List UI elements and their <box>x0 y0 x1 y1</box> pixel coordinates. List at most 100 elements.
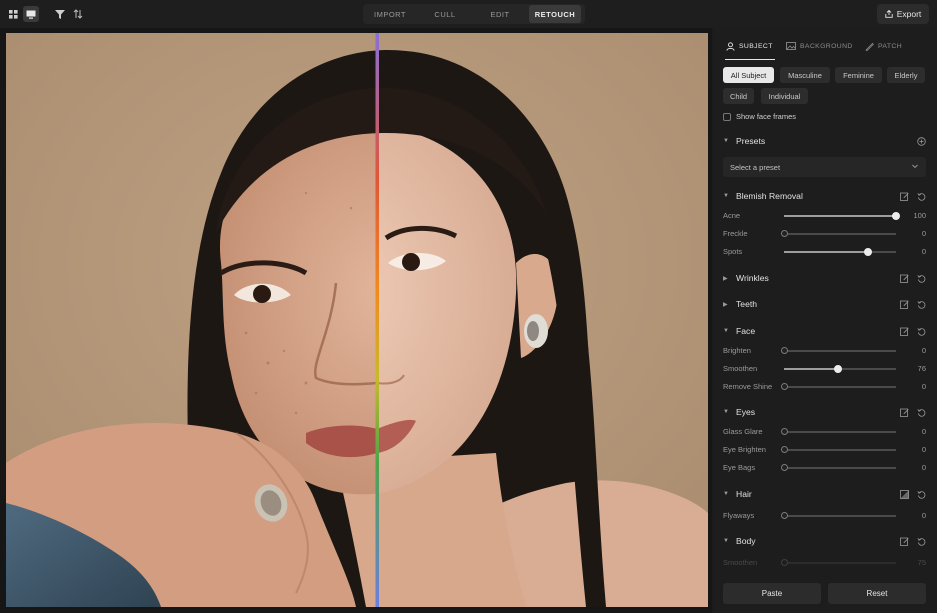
slider-track[interactable] <box>780 512 896 519</box>
tab-cull[interactable]: CULL <box>419 5 471 23</box>
slider-acne[interactable]: Acne 100 <box>723 209 928 223</box>
slider-brighten[interactable]: Brighten 0 <box>723 344 928 358</box>
slider-track[interactable] <box>780 559 896 566</box>
top-toolbar: IMPORT CULL EDIT RETOUCH Export <box>0 0 937 28</box>
slider-knob[interactable] <box>780 464 788 471</box>
edit-icon[interactable] <box>897 405 911 419</box>
slider-knob[interactable] <box>892 211 900 220</box>
eyes-title: Eyes <box>736 407 756 417</box>
before-after-split-line[interactable] <box>375 33 380 607</box>
slider-knob[interactable] <box>780 383 788 390</box>
reset-section-icon[interactable] <box>914 534 928 548</box>
presets-title: Presets <box>736 136 766 146</box>
caret-right-icon: ▶ <box>723 301 728 308</box>
reset-section-icon[interactable] <box>914 324 928 338</box>
reset-section-icon[interactable] <box>914 271 928 285</box>
slider-track[interactable] <box>780 428 896 435</box>
slider-value: 0 <box>921 382 926 391</box>
slider-track[interactable] <box>780 383 896 390</box>
slider-track[interactable] <box>780 446 896 453</box>
edit-icon[interactable] <box>897 324 911 338</box>
reset-section-icon[interactable] <box>914 405 928 419</box>
slider-knob[interactable] <box>780 512 788 519</box>
section-eyes[interactable]: ▼ Eyes <box>723 404 928 420</box>
export-icon <box>885 10 893 18</box>
add-preset-icon[interactable] <box>914 134 928 148</box>
slider-track[interactable] <box>784 364 896 373</box>
section-body[interactable]: ▼ Body <box>723 533 928 549</box>
reset-section-icon[interactable] <box>914 189 928 203</box>
slider-label: Brighten <box>723 346 751 355</box>
slider-track[interactable] <box>780 230 896 237</box>
caret-right-icon: ▶ <box>723 275 728 282</box>
tab-patch[interactable]: PATCH <box>865 36 902 56</box>
section-wrinkles[interactable]: ▶ Wrinkles <box>723 270 928 286</box>
reset-section-icon[interactable] <box>914 487 928 501</box>
panel-footer: Paste Reset <box>714 576 937 613</box>
slider-label: Remove Shine <box>723 382 773 391</box>
edit-icon[interactable] <box>897 271 911 285</box>
chip-all-subject[interactable]: All Subject <box>723 67 774 83</box>
edit-icon[interactable] <box>897 189 911 203</box>
slider-track[interactable] <box>784 247 896 256</box>
edit-icon[interactable] <box>897 534 911 548</box>
face-frames-checkbox[interactable] <box>723 112 731 121</box>
slider-track[interactable] <box>780 464 896 471</box>
edit-icon[interactable] <box>897 297 911 311</box>
slider-knob[interactable] <box>780 446 788 453</box>
section-blemish-removal[interactable]: ▼ Blemish Removal <box>723 188 928 204</box>
section-presets[interactable]: ▼ Presets <box>723 133 928 149</box>
tab-subject[interactable]: SUBJECT <box>726 36 773 56</box>
show-face-frames-toggle[interactable]: Show face frames <box>723 112 796 121</box>
slider-track[interactable] <box>784 211 900 220</box>
reset-button[interactable]: Reset <box>828 583 926 604</box>
image-canvas[interactable] <box>0 28 712 613</box>
mask-icon[interactable] <box>897 487 911 501</box>
slider-freckle[interactable]: Freckle 0 <box>723 227 928 241</box>
slider-eye-brighten[interactable]: Eye Brighten 0 <box>723 443 928 457</box>
reset-section-icon[interactable] <box>914 297 928 311</box>
slider-knob[interactable] <box>780 559 788 566</box>
tab-edit[interactable]: EDIT <box>474 5 526 23</box>
slider-body-smoothen[interactable]: Smoothen 75 <box>723 556 928 570</box>
slider-label: Spots <box>723 247 743 256</box>
paste-button[interactable]: Paste <box>723 583 821 604</box>
chip-feminine[interactable]: Feminine <box>835 67 882 83</box>
tab-background-label: BACKGROUND <box>800 42 853 50</box>
slider-track[interactable] <box>780 347 896 354</box>
grid-view-icon[interactable] <box>5 6 21 22</box>
slider-value: 0 <box>921 247 926 256</box>
section-teeth[interactable]: ▶ Teeth <box>723 296 928 312</box>
section-hair[interactable]: ▼ Hair <box>723 486 928 502</box>
slider-spots[interactable]: Spots 0 <box>723 245 928 259</box>
caret-down-icon: ▼ <box>723 328 729 334</box>
slider-eye-bags[interactable]: Eye Bags 0 <box>723 461 928 475</box>
slider-value: 76 <box>917 364 926 373</box>
section-face[interactable]: ▼ Face <box>723 323 928 339</box>
tab-import[interactable]: IMPORT <box>364 5 416 23</box>
filter-icon[interactable] <box>52 6 68 22</box>
preset-select[interactable]: Select a preset <box>723 157 926 177</box>
export-button[interactable]: Export <box>877 4 929 24</box>
caret-down-icon: ▼ <box>723 491 729 497</box>
chip-child[interactable]: Child <box>723 88 754 104</box>
slider-knob[interactable] <box>864 247 872 256</box>
chip-masculine[interactable]: Masculine <box>780 67 830 83</box>
tab-background[interactable]: BACKGROUND <box>786 36 853 56</box>
slider-knob[interactable] <box>780 428 788 435</box>
slider-flyaways[interactable]: Flyaways 0 <box>723 509 928 523</box>
chip-individual[interactable]: Individual <box>761 88 808 104</box>
slider-fill <box>784 368 838 370</box>
chip-elderly[interactable]: Elderly <box>887 67 925 83</box>
slider-knob[interactable] <box>780 230 788 237</box>
slider-value: 0 <box>921 445 926 454</box>
slider-label: Freckle <box>723 229 748 238</box>
slider-remove-shine[interactable]: Remove Shine 0 <box>723 380 928 394</box>
tab-retouch[interactable]: RETOUCH <box>529 5 581 23</box>
slider-knob[interactable] <box>780 347 788 354</box>
slider-smoothen[interactable]: Smoothen 76 <box>723 362 928 376</box>
single-view-icon[interactable] <box>23 6 39 22</box>
slider-glass-glare[interactable]: Glass Glare 0 <box>723 425 928 439</box>
slider-knob[interactable] <box>833 364 842 373</box>
sort-icon[interactable] <box>70 6 86 22</box>
